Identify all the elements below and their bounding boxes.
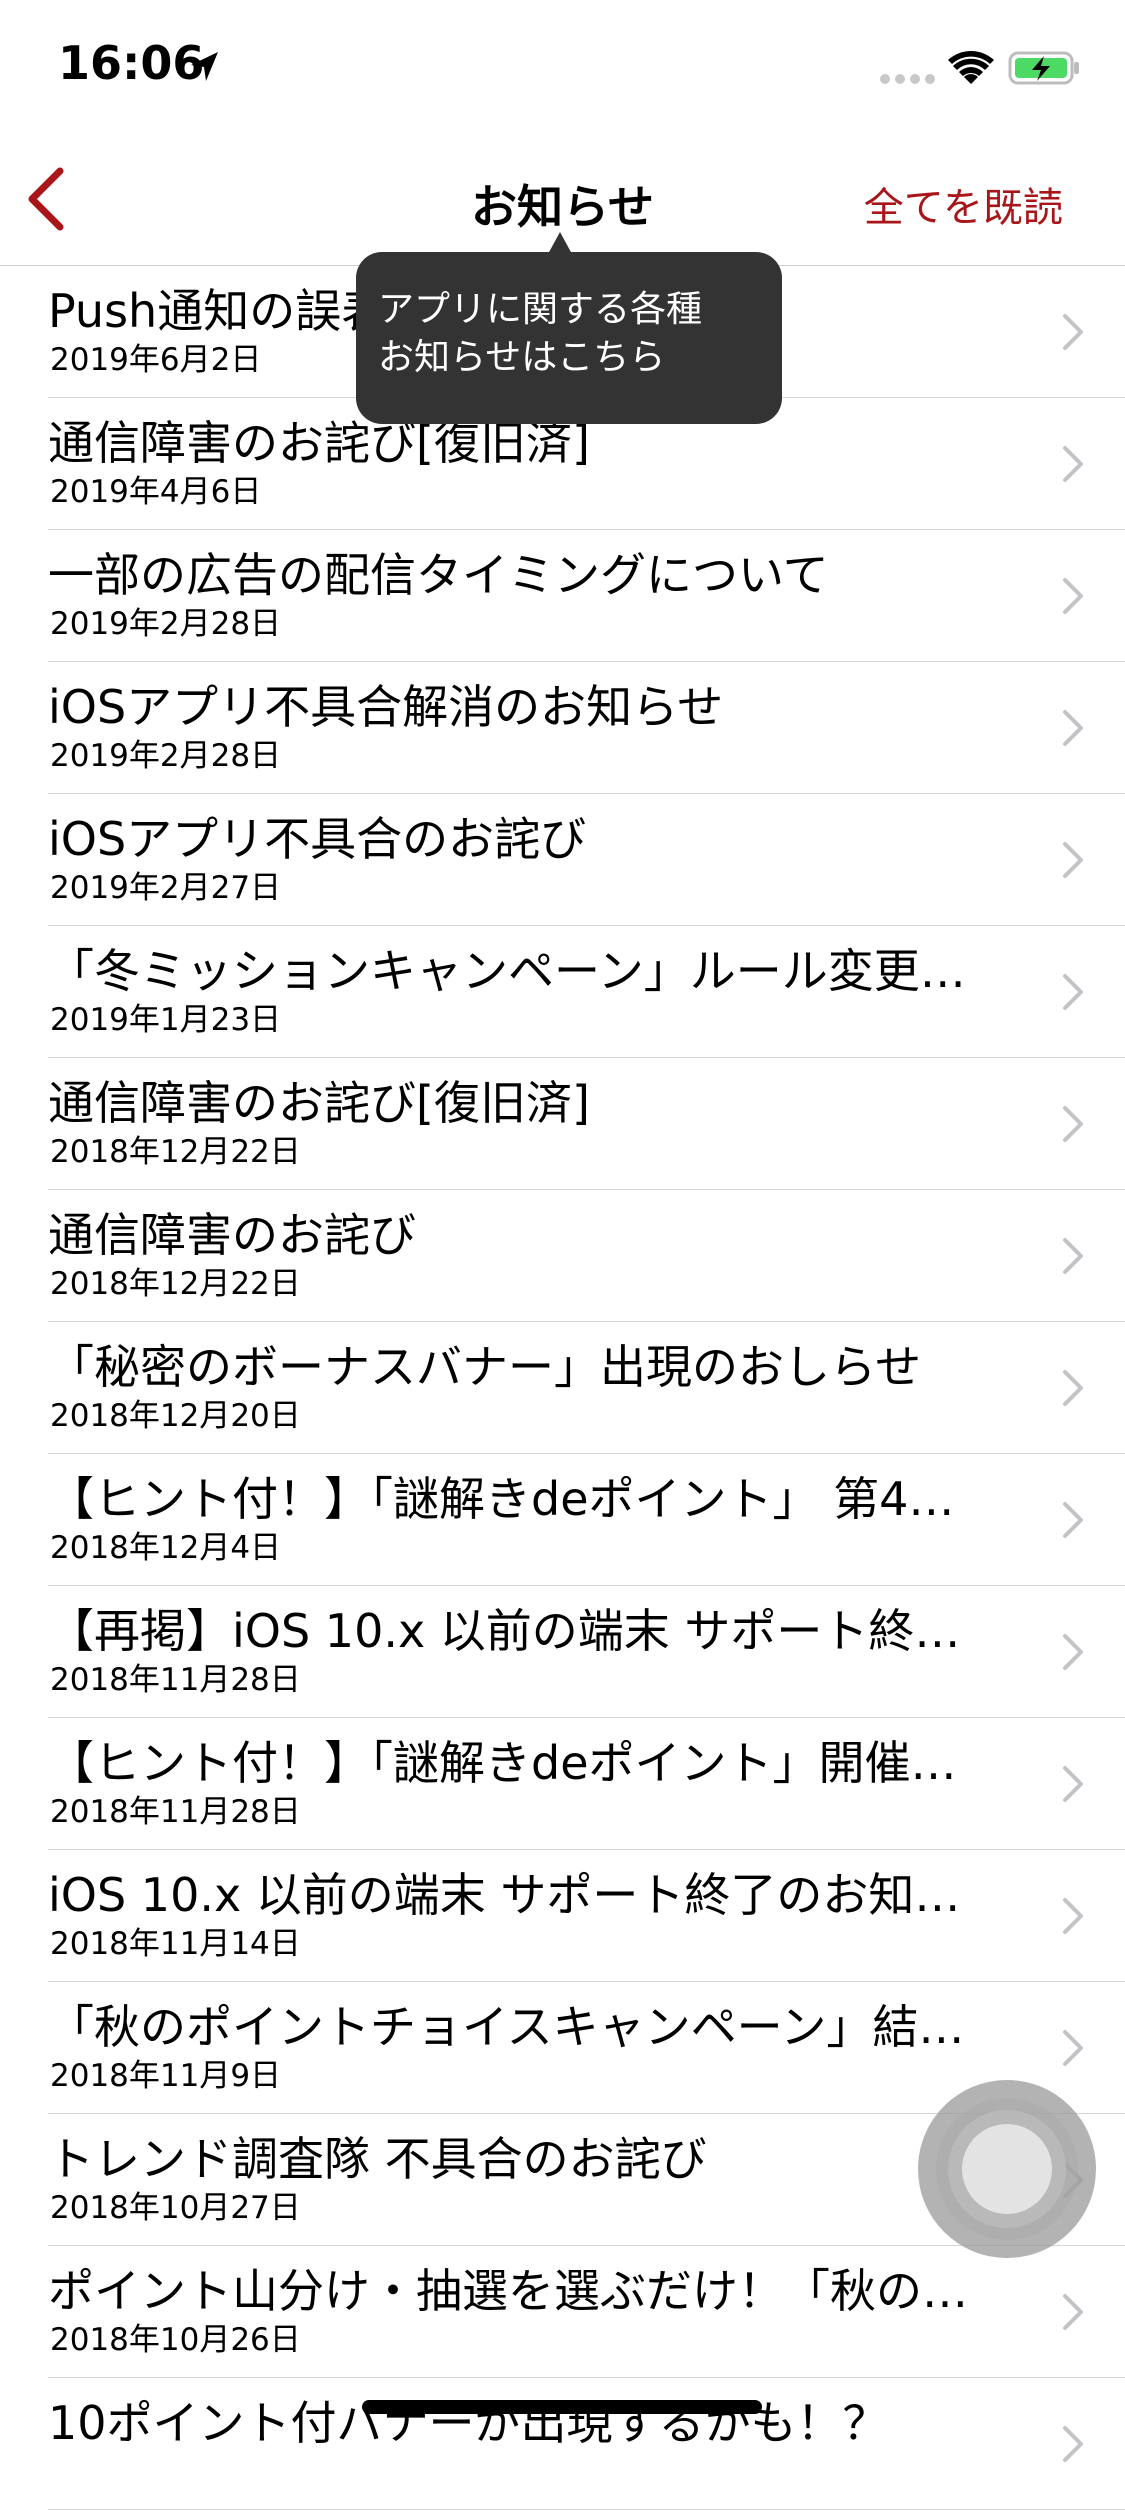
- chevron-right-icon: [1063, 974, 1083, 1010]
- wifi-icon: [948, 51, 994, 84]
- notice-row[interactable]: iOSアプリ不具合のお詫び 2019年2月27日: [48, 794, 1125, 926]
- chevron-right-icon: [1063, 1634, 1083, 1670]
- notice-date: 2018年10月26日: [50, 2322, 301, 2358]
- notice-date: 2018年12月22日: [50, 1266, 301, 1302]
- onboarding-tooltip: アプリに関する各種 お知らせはこちら: [356, 252, 782, 424]
- notice-date: 2018年11月9日: [50, 2058, 282, 2094]
- notice-title: トレンド調査隊 不具合のお詫び: [48, 2132, 707, 2186]
- notice-row[interactable]: 「秘密のボーナスバナー」出現のおしらせ 2018年12月20日: [48, 1322, 1125, 1454]
- notice-title: 【再掲】iOS 10.x 以前の端末 サポート終…: [48, 1604, 961, 1658]
- chevron-right-icon: [1063, 842, 1083, 878]
- notice-date: 2019年4月6日: [50, 474, 262, 510]
- notice-row[interactable]: ポイント山分け・抽選を選ぶだけ！「秋の… 2018年10月26日: [48, 2246, 1125, 2378]
- status-time: 16:06: [58, 36, 205, 90]
- notice-date: 2018年12月4日: [50, 1530, 282, 1566]
- notice-title: 【ヒント付！】「謎解きdeポイント」 第4…: [48, 1472, 955, 1526]
- notice-row[interactable]: 通信障害のお詫び[復旧済] 2018年12月22日: [48, 1058, 1125, 1190]
- chevron-right-icon: [1063, 2030, 1083, 2066]
- home-indicator[interactable]: [362, 2400, 762, 2414]
- status-bar: 16:06: [0, 0, 1125, 135]
- notice-date: 2018年11月28日: [50, 1794, 301, 1830]
- notice-title: ポイント山分け・抽選を選ぶだけ！「秋の…: [48, 2264, 968, 2318]
- chevron-right-icon: [1063, 2426, 1083, 2462]
- chevron-left-icon[interactable]: [14, 161, 90, 237]
- chevron-right-icon: [1063, 1898, 1083, 1934]
- notice-date: 2018年12月22日: [50, 1134, 301, 1170]
- notice-title: iOS 10.x 以前の端末 サポート終了のお知…: [48, 1868, 961, 1922]
- chevron-right-icon: [1063, 1238, 1083, 1274]
- battery-charging-icon: [1008, 51, 1079, 85]
- notice-title: 「秘密のボーナスバナー」出現のおしらせ: [48, 1340, 922, 1394]
- chevron-right-icon: [1063, 710, 1083, 746]
- tooltip-line-2: お知らせはこちら: [378, 337, 666, 378]
- notice-row[interactable]: 【ヒント付！】「謎解きdeポイント」開催… 2018年11月28日: [48, 1718, 1125, 1850]
- notice-row[interactable]: 「冬ミッションキャンペーン」ルール変更… 2019年1月23日: [48, 926, 1125, 1058]
- mark-all-read-button[interactable]: 全てを既読: [864, 175, 1063, 233]
- assistive-touch-inner: [962, 2124, 1052, 2214]
- assistive-touch-button[interactable]: [918, 2080, 1096, 2258]
- page-title: お知らせ: [470, 180, 655, 234]
- notice-title: 一部の広告の配信タイミングについて: [48, 548, 829, 602]
- notice-row[interactable]: 【ヒント付！】「謎解きdeポイント」 第4… 2018年12月4日: [48, 1454, 1125, 1586]
- notice-date: 2019年6月2日: [50, 342, 262, 378]
- tooltip-line-1: アプリに関する各種: [378, 289, 703, 330]
- notice-row[interactable]: 10ポイント付バナーが出現するかも！？: [48, 2378, 1125, 2510]
- chevron-right-icon: [1063, 1766, 1083, 1802]
- chevron-right-icon: [1063, 446, 1083, 482]
- chevron-right-icon: [1063, 1502, 1083, 1538]
- notice-date: 2019年2月28日: [50, 606, 282, 642]
- notice-row[interactable]: 通信障害のお詫び 2018年12月22日: [48, 1190, 1125, 1322]
- notice-title: iOSアプリ不具合解消のお知らせ: [48, 680, 724, 734]
- notice-date: 2018年11月14日: [50, 1926, 301, 1962]
- notice-title: 【ヒント付！】「謎解きdeポイント」開催…: [48, 1736, 957, 1790]
- notice-date: 2019年2月27日: [50, 870, 282, 906]
- location-arrow-icon: [191, 52, 218, 81]
- tooltip-pointer: [548, 232, 572, 254]
- chevron-right-icon: [1063, 314, 1083, 350]
- notice-row[interactable]: iOSアプリ不具合解消のお知らせ 2019年2月28日: [48, 662, 1125, 794]
- notice-date: 2018年10月27日: [50, 2190, 301, 2226]
- chevron-right-icon: [1063, 1106, 1083, 1142]
- notice-row[interactable]: 一部の広告の配信タイミングについて 2019年2月28日: [48, 530, 1125, 662]
- notice-date: 2019年1月23日: [50, 1002, 282, 1038]
- notice-title: iOSアプリ不具合のお詫び: [48, 812, 587, 866]
- notice-row[interactable]: 【再掲】iOS 10.x 以前の端末 サポート終… 2018年11月28日: [48, 1586, 1125, 1718]
- notice-title: 「秋のポイントチョイスキャンペーン」結…: [48, 2000, 965, 2054]
- notice-title: 通信障害のお詫び[復旧済]: [48, 1076, 590, 1130]
- notice-row[interactable]: iOS 10.x 以前の端末 サポート終了のお知… 2018年11月14日: [48, 1850, 1125, 1982]
- notice-date: 2018年11月28日: [50, 1662, 301, 1698]
- notice-title: 「冬ミッションキャンペーン」ルール変更…: [48, 944, 966, 998]
- notice-date: 2018年12月20日: [50, 1398, 301, 1434]
- chevron-right-icon: [1063, 578, 1083, 614]
- cellular-signal-icon: [880, 74, 936, 86]
- chevron-right-icon: [1063, 2294, 1083, 2330]
- chevron-right-icon: [1063, 1370, 1083, 1406]
- notice-title: 通信障害のお詫び: [48, 1208, 416, 1262]
- notice-date: 2019年2月28日: [50, 738, 282, 774]
